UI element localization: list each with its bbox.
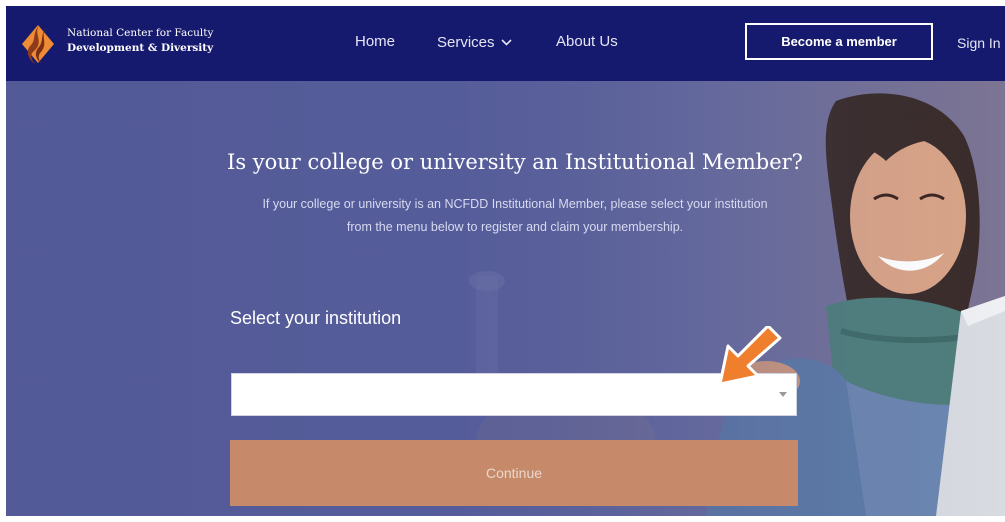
ncfdd-logo-icon[interactable] [18,21,58,67]
nav-services[interactable]: Services [437,33,512,51]
logo-wordmark[interactable]: National Center for Faculty Development … [67,26,213,56]
page-frame: National Center for Faculty Development … [6,6,1005,516]
logo-line-1: National Center for Faculty [67,27,214,39]
orange-arrow-icon [718,326,782,386]
hero-title: Is your college or university an Institu… [227,150,803,174]
hero-subtitle-line-1: If your college or university is an NCFD… [262,197,768,211]
institution-select[interactable] [231,373,797,416]
hero-subtitle: If your college or university is an NCFD… [201,193,829,239]
nav-home[interactable]: Home [355,33,395,50]
caret-down-icon[interactable] [779,392,787,397]
hero-section: Is your college or university an Institu… [6,81,1005,516]
sign-in-link[interactable]: Sign In [957,35,1001,51]
nav-about-us[interactable]: About Us [556,33,618,50]
select-institution-label: Select your institution [230,308,402,328]
become-member-button[interactable]: Become a member [745,23,933,60]
site-header: National Center for Faculty Development … [6,6,1005,81]
logo-line-2: Development & Diversity [67,42,214,54]
hero-subtitle-line-2: from the menu below to register and clai… [346,220,684,234]
chevron-down-icon [500,33,512,50]
nav-services-label: Services [437,34,495,51]
continue-button[interactable]: Continue [230,440,798,506]
